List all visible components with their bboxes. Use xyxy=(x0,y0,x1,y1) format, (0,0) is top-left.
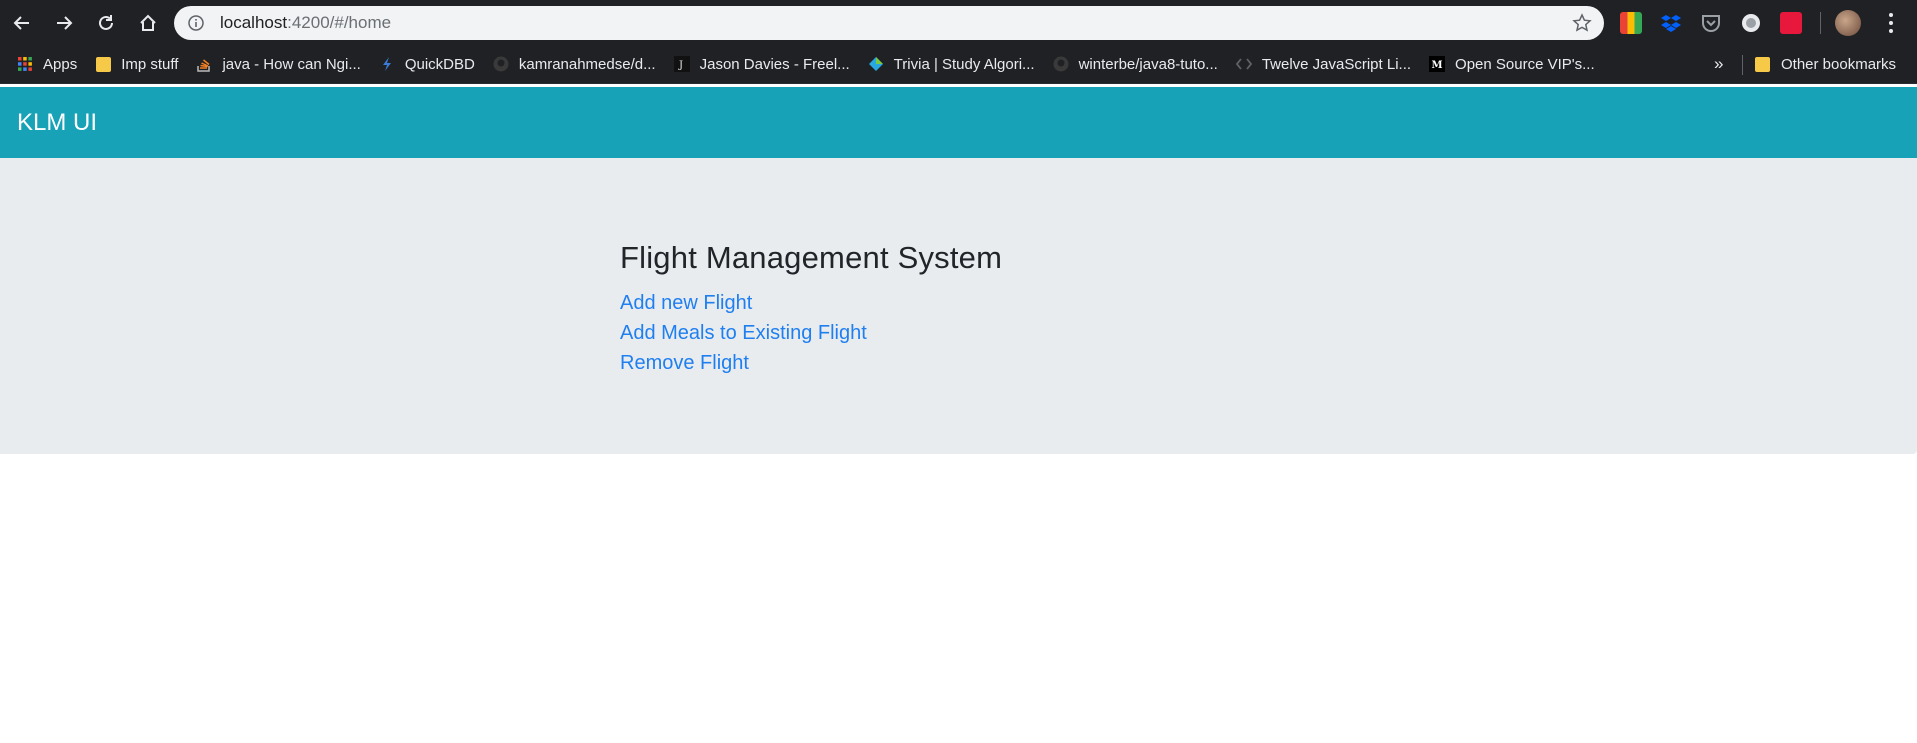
folder-icon xyxy=(95,56,111,72)
bookmark-label: winterbe/java8-tuto... xyxy=(1078,55,1218,73)
bookmark-imp-stuff[interactable]: Imp stuff xyxy=(95,56,178,73)
jumbotron: Flight Management System Add new Flight … xyxy=(0,158,1917,454)
other-bookmarks-label: Other bookmarks xyxy=(1781,55,1897,73)
apps-grid-icon xyxy=(17,56,33,72)
bookmarks-overflow-button[interactable]: » xyxy=(1714,54,1723,74)
bookmark-label: QuickDBD xyxy=(404,55,475,73)
bookmark-star-icon[interactable] xyxy=(1572,13,1592,38)
bookmark-label: Jason Davies - Freel... xyxy=(699,55,850,73)
page-title: Flight Management System xyxy=(620,240,1003,275)
svg-text:J: J xyxy=(678,60,683,71)
github-icon xyxy=(493,56,509,72)
home-icon xyxy=(140,14,156,31)
bookmark-apps[interactable]: Apps xyxy=(17,56,77,73)
url-path: :4200/#/home xyxy=(287,13,392,32)
google-drive-extension-icon[interactable] xyxy=(1620,11,1642,34)
folder-icon xyxy=(1755,56,1771,72)
browser-menu-icon[interactable] xyxy=(1881,11,1901,35)
dropbox-extension-icon[interactable] xyxy=(1660,12,1682,34)
bookmark-label: Trivia | Study Algori... xyxy=(893,55,1035,73)
back-arrow-icon xyxy=(13,15,29,30)
circle-extension-icon[interactable] xyxy=(1740,12,1762,34)
bookmark-label: kamranahmedse/d... xyxy=(518,55,656,73)
back-button[interactable] xyxy=(2,3,42,43)
bookmark-open-source-vip[interactable]: M Open Source VIP's... xyxy=(1429,56,1595,73)
bookmark-java-ngi[interactable]: java - How can Ngi... xyxy=(196,55,361,73)
bookmark-jason-davies[interactable]: J Jason Davies - Freel... xyxy=(673,55,850,73)
toolbar-separator xyxy=(1820,11,1821,34)
forward-button[interactable] xyxy=(44,3,84,43)
other-bookmarks[interactable]: Other bookmarks xyxy=(1755,45,1896,83)
bookmark-winterbe[interactable]: winterbe/java8-tuto... xyxy=(1053,56,1218,73)
extensions-area xyxy=(1620,0,1901,45)
bookmark-label: Apps xyxy=(43,55,78,73)
bookmark-trivia[interactable]: Trivia | Study Algori... xyxy=(868,56,1035,73)
bookmarks-bar: Apps Imp stuff java - How can Ngi... Qui… xyxy=(0,45,1917,84)
url-host: localhost xyxy=(220,13,288,32)
adobe-extension-icon[interactable] xyxy=(1780,11,1802,34)
js-icon xyxy=(1235,56,1252,72)
profile-avatar[interactable] xyxy=(1835,9,1861,36)
app-navbar: KLM UI xyxy=(0,87,1917,158)
bookmarks-separator xyxy=(1742,55,1743,75)
remove-flight-link[interactable]: Remove Flight xyxy=(620,348,1002,378)
browser-toolbar: localhost:4200/#/home xyxy=(0,0,1917,45)
address-bar[interactable]: localhost:4200/#/home xyxy=(174,6,1604,40)
forward-arrow-icon xyxy=(57,15,73,30)
bookmark-label: Open Source VIP's... xyxy=(1455,55,1595,73)
url-text[interactable]: localhost:4200/#/home xyxy=(220,13,391,33)
add-meals-link[interactable]: Add Meals to Existing Flight xyxy=(620,318,1002,348)
bookmark-label: Twelve JavaScript Li... xyxy=(1261,55,1412,73)
github-icon xyxy=(1053,56,1069,72)
bookmark-kamranahmedse[interactable]: kamranahmedse/d... xyxy=(493,56,656,73)
brand-title[interactable]: KLM UI xyxy=(17,109,97,137)
add-new-flight-link[interactable]: Add new Flight xyxy=(620,288,1002,318)
quickdbd-icon xyxy=(379,56,395,72)
stackoverflow-icon xyxy=(196,56,212,72)
svg-text:M: M xyxy=(1432,60,1443,71)
bookmark-label: java - How can Ngi... xyxy=(222,55,361,73)
pocket-extension-icon[interactable] xyxy=(1700,12,1722,34)
site-info-icon[interactable] xyxy=(186,13,206,33)
jd-icon: J xyxy=(673,56,690,72)
medium-icon: M xyxy=(1429,56,1446,72)
bookmark-twelve-js[interactable]: Twelve JavaScript Li... xyxy=(1235,55,1412,73)
reload-button[interactable] xyxy=(86,3,126,43)
content-panel: Flight Management System Add new Flight … xyxy=(620,240,1002,378)
trivia-icon xyxy=(868,56,884,72)
home-button[interactable] xyxy=(128,3,168,43)
bookmark-quickdbd[interactable]: QuickDBD xyxy=(379,56,475,73)
reload-icon xyxy=(99,14,113,30)
bookmark-label: Imp stuff xyxy=(121,55,179,73)
